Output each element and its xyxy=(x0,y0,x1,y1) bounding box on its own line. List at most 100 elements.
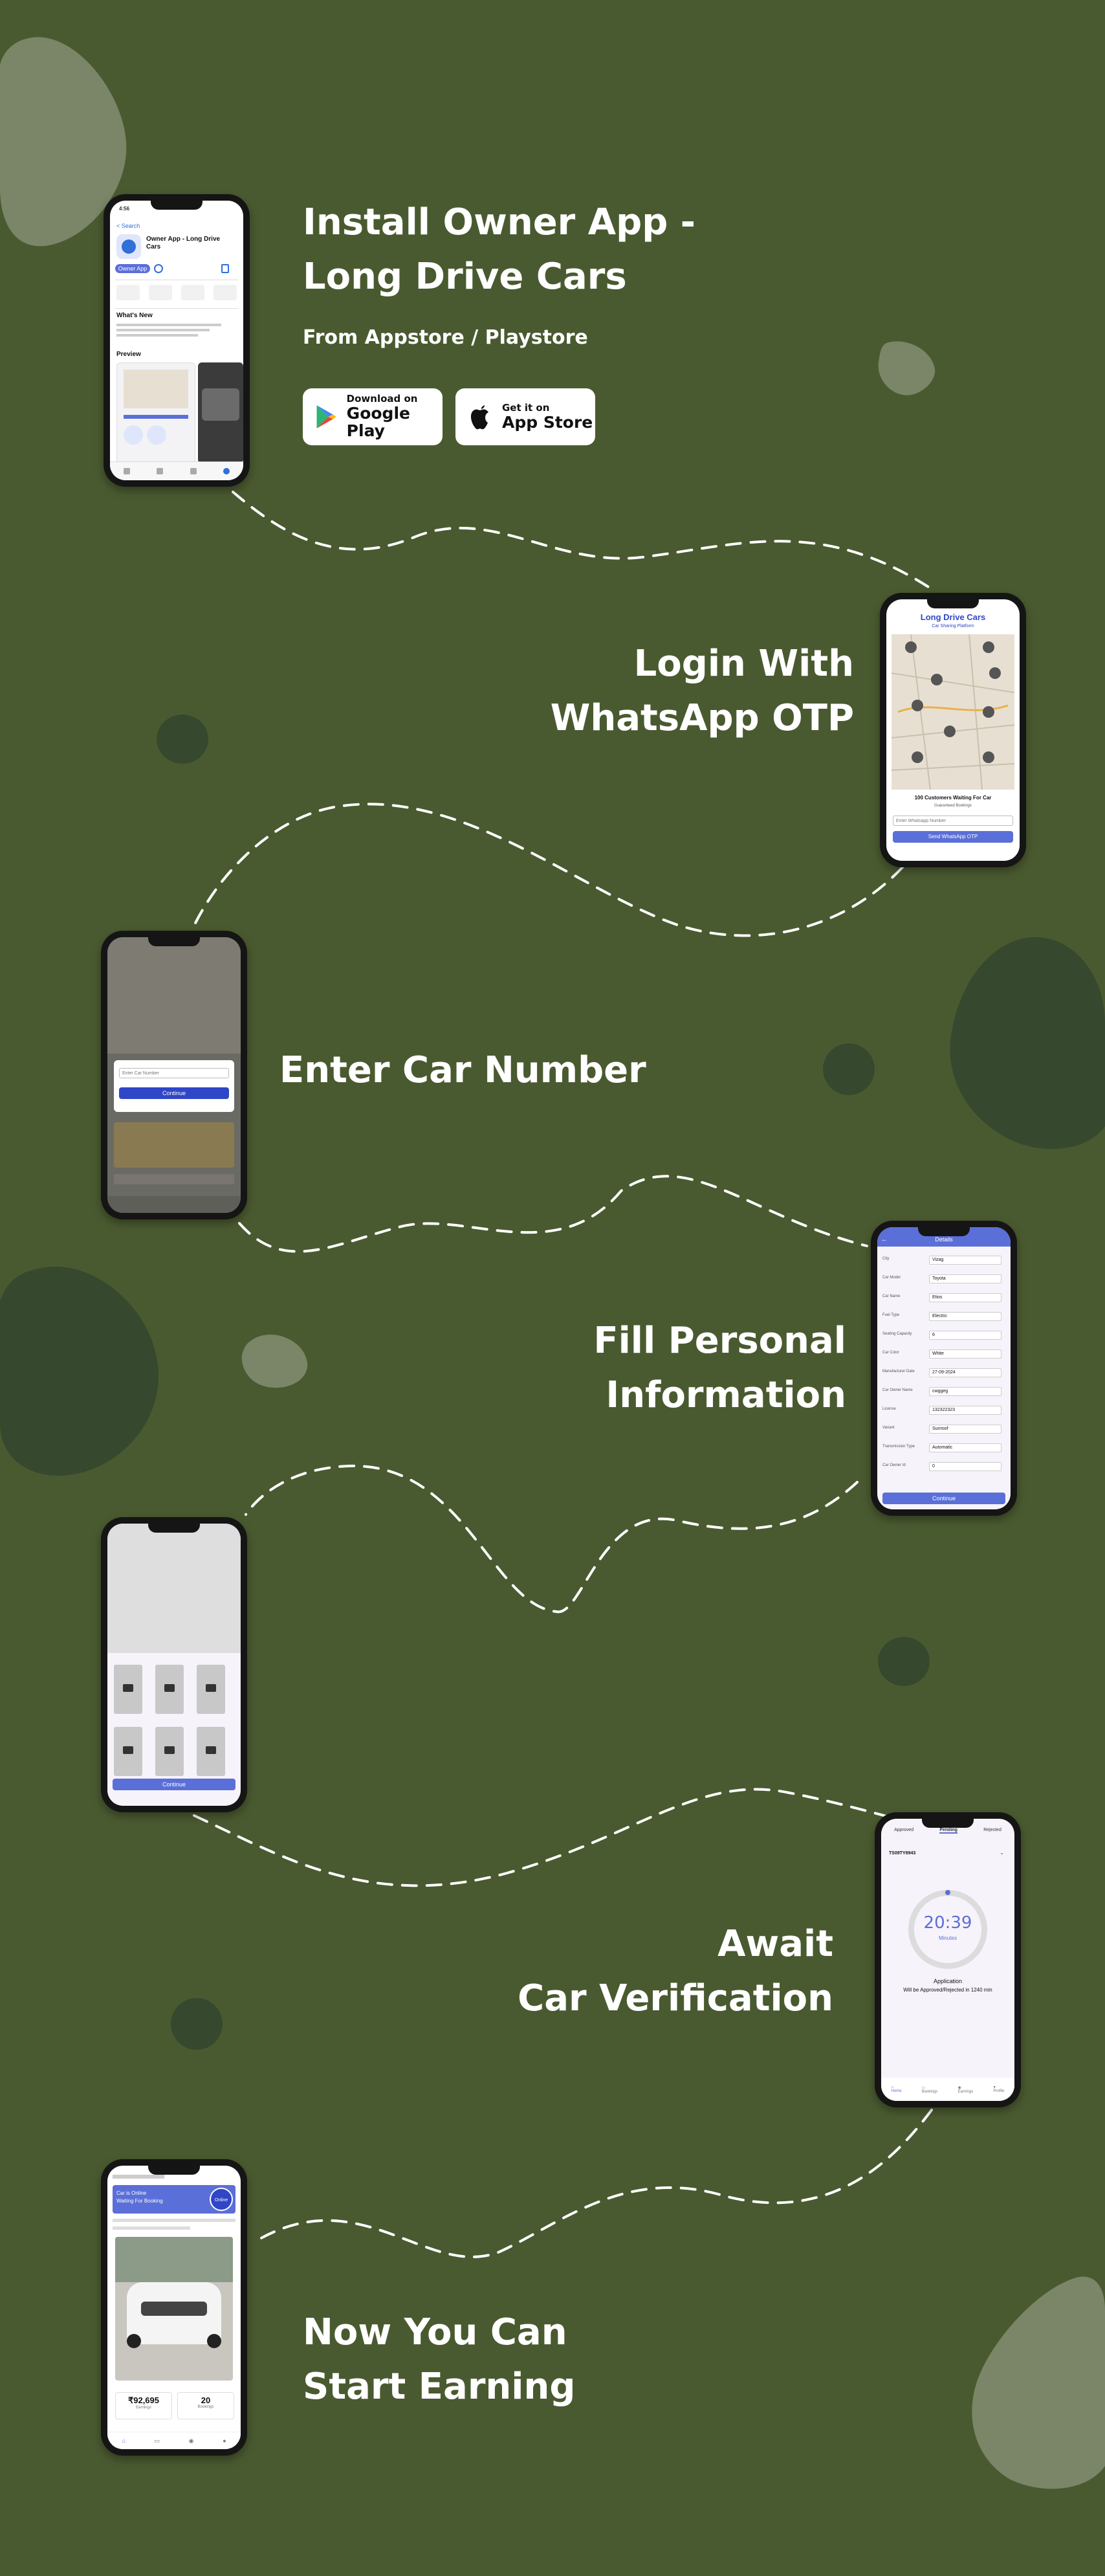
step-title: Install Owner App - Long Drive Cars xyxy=(303,195,695,304)
phone-screen-app-store: 4:56 < Search Owner App - Long Drive Car… xyxy=(104,194,250,487)
today-icon[interactable] xyxy=(123,468,130,474)
form-value[interactable]: Automatic xyxy=(929,1443,1001,1452)
step-title-line: Information xyxy=(606,1374,846,1416)
form-label: Manufacturer Date xyxy=(882,1370,915,1373)
apple-icon xyxy=(470,405,488,430)
continue-button[interactable]: Continue xyxy=(882,1493,1005,1504)
step-title-line: Now You Can xyxy=(303,2311,567,2353)
bookings-label: Bookings xyxy=(197,2405,214,2409)
photo-upload-slot[interactable] xyxy=(155,1665,184,1714)
step-title: Login With WhatsApp OTP xyxy=(505,637,854,746)
preview-screenshot xyxy=(116,362,195,465)
phone-screen-car-number: Continue xyxy=(101,931,247,1219)
step-title-line: Start Earning xyxy=(303,2366,576,2408)
send-otp-button[interactable]: Send WhatsApp OTP xyxy=(893,831,1013,843)
bookings-value: 20 xyxy=(201,2395,211,2405)
earnings-card: ₹92,695 Earnings xyxy=(115,2392,172,2419)
form-value[interactable]: Electric xyxy=(929,1312,1001,1321)
form-value[interactable]: 132322323 xyxy=(929,1406,1001,1415)
download-icon[interactable] xyxy=(154,264,163,273)
phone-screen-dashboard: Car is Online Waiting For Booking Online… xyxy=(101,2159,247,2456)
phone-notch xyxy=(148,2166,200,2175)
form-value[interactable]: 6 xyxy=(929,1331,1001,1340)
form-value[interactable]: Etios xyxy=(929,1293,1001,1302)
bookings-card: 20 Bookings xyxy=(177,2392,234,2419)
tab-approved[interactable]: Approved xyxy=(894,1828,914,1834)
photo-upload-slot[interactable] xyxy=(114,1727,142,1776)
photo-upload-slot[interactable] xyxy=(155,1727,184,1776)
form-row: City Vizag xyxy=(882,1253,1005,1270)
form-row: Car Model Toyota xyxy=(882,1272,1005,1289)
photo-upload-slot[interactable] xyxy=(114,1665,142,1714)
apps-icon[interactable] xyxy=(190,468,197,474)
form-row: License 132322323 xyxy=(882,1403,1005,1420)
form-value[interactable]: 0 xyxy=(929,1462,1001,1471)
waiting-customers-text: 100 Customers Waiting For Car xyxy=(914,795,992,801)
earnings-label: Earnings xyxy=(136,2406,151,2410)
form-value[interactable]: Toyota xyxy=(929,1274,1001,1283)
step-subtitle: From Appstore / Playstore xyxy=(303,326,588,349)
release-notes xyxy=(116,324,233,337)
badge-big-text: App Store xyxy=(502,412,593,432)
camera-icon xyxy=(206,1684,216,1692)
form-label: Fuel Type xyxy=(882,1313,900,1317)
form-value[interactable]: cwggeg xyxy=(929,1387,1001,1396)
form-row: Transmission Type Automatic xyxy=(882,1441,1005,1458)
nav-label: Profile xyxy=(993,2089,1005,2093)
phone-notch xyxy=(148,937,200,946)
brand-title: Long Drive Cars xyxy=(920,612,986,622)
photo-upload-slot[interactable] xyxy=(197,1727,225,1776)
nav-bookings[interactable]: ▭ Bookings xyxy=(922,2085,938,2094)
chevron-down-icon[interactable]: ⌄ xyxy=(1000,1850,1004,1856)
camera-icon xyxy=(123,1746,133,1754)
phone-notch xyxy=(148,1524,200,1533)
details-screen: ← Details City Vizag Car Model Toyota Car Na… xyxy=(877,1227,1011,1509)
tab-pending[interactable]: Pending xyxy=(939,1828,957,1834)
car-icon[interactable]: ▭ xyxy=(154,2437,160,2445)
car-number-input[interactable] xyxy=(119,1068,229,1078)
car-photo xyxy=(115,2237,233,2381)
form-label: Transmission Type xyxy=(882,1445,915,1449)
form-row: Fuel Type Electric xyxy=(882,1309,1005,1326)
games-icon[interactable] xyxy=(157,468,164,474)
dimmed-row xyxy=(114,1174,234,1184)
nav-profile[interactable]: ● Profile xyxy=(993,2085,1004,2093)
online-toggle[interactable]: Online xyxy=(210,2188,233,2211)
continue-button[interactable]: Continue xyxy=(113,1779,235,1790)
photo-upload-slot[interactable] xyxy=(197,1665,225,1714)
back-link[interactable]: < Search xyxy=(116,223,140,229)
step-title: Now You Can Start Earning xyxy=(303,2305,575,2414)
form-value[interactable]: White xyxy=(929,1349,1001,1359)
app-store-badge[interactable]: Get it on App Store xyxy=(455,388,595,445)
form-label: City xyxy=(882,1257,890,1261)
google-play-icon xyxy=(316,405,336,428)
nav-home[interactable]: ⌂ Home xyxy=(892,2085,902,2093)
approval-note: Will be Approved/Rejected in 1240 min xyxy=(903,1987,992,1993)
share-icon[interactable] xyxy=(221,264,229,273)
google-play-badge[interactable]: Download on Google Play xyxy=(303,388,443,445)
earnings-value: ₹92,695 xyxy=(127,2395,160,2405)
phone-screen-login: Long Drive Cars Car Sharing Platform 100… xyxy=(880,593,1026,867)
whatsapp-number-input[interactable] xyxy=(893,816,1013,826)
nav-label: Home xyxy=(891,2089,902,2093)
continue-button[interactable]: Continue xyxy=(119,1087,229,1099)
form-value[interactable]: Vizag xyxy=(929,1256,1001,1265)
form-label: Seating Capacity xyxy=(882,1332,912,1336)
info-row xyxy=(113,2226,190,2230)
store-tab-bar xyxy=(110,461,243,480)
details-title: Details xyxy=(935,1236,953,1243)
earnings-icon[interactable]: ◉ xyxy=(189,2437,194,2445)
verification-screen: Approved Pending Rejected TS09TY8943 ⌄ 2… xyxy=(881,1819,1014,2101)
search-icon[interactable] xyxy=(223,468,230,474)
form-value[interactable]: 27-09-2024 xyxy=(929,1368,1001,1377)
map-roads xyxy=(891,634,1015,790)
nav-earnings[interactable]: ◉ Earnings xyxy=(958,2085,974,2094)
home-icon[interactable]: ⌂ xyxy=(122,2437,125,2444)
form-value[interactable]: Sunroof xyxy=(929,1425,1001,1434)
get-app-button[interactable]: Owner App xyxy=(115,264,150,273)
form-label: License xyxy=(882,1407,896,1411)
profile-icon[interactable]: ● xyxy=(223,2437,226,2444)
countdown-unit: Minutes xyxy=(938,1935,957,1941)
form-row: Seating Capacity 6 xyxy=(882,1328,1005,1345)
tab-rejected[interactable]: Rejected xyxy=(983,1828,1001,1834)
